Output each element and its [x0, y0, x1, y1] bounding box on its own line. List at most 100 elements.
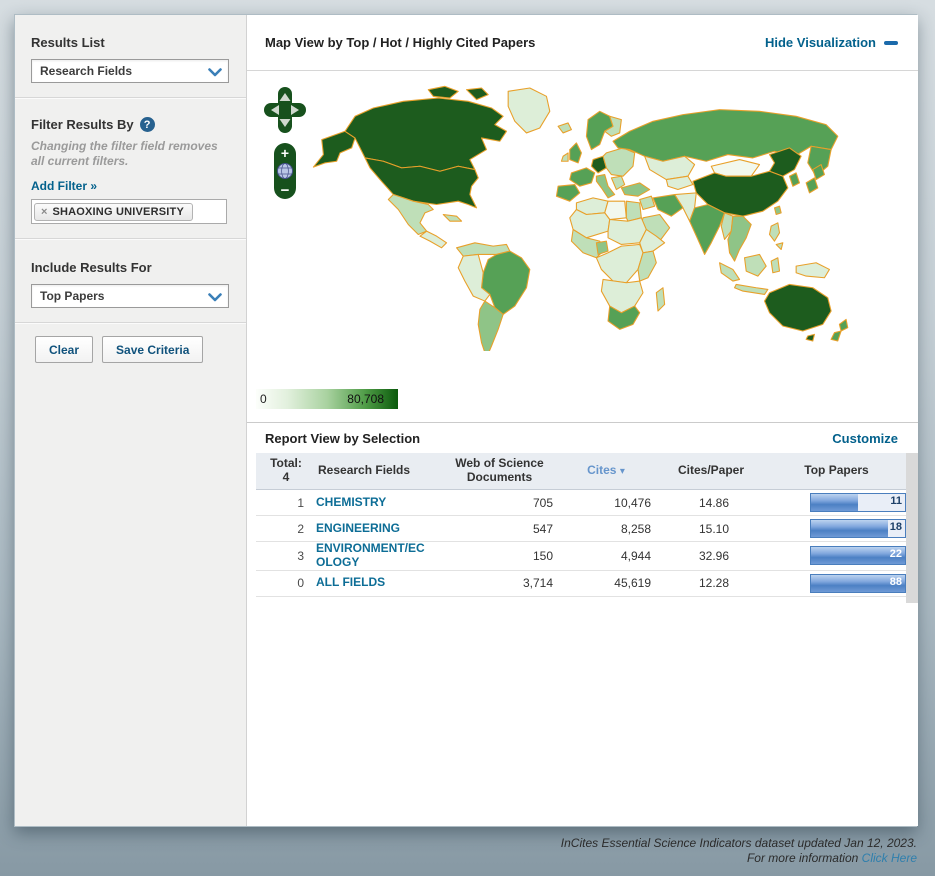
region-iberia[interactable]: [555, 183, 581, 202]
col-wos-documents[interactable]: Web of Science Documents: [442, 453, 557, 489]
chevron-down-icon: [208, 68, 222, 77]
region-central-america[interactable]: [419, 230, 448, 249]
country-philippines[interactable]: [775, 242, 784, 251]
hide-visualization-link[interactable]: Hide Visualization: [765, 35, 898, 50]
cites-per-paper-cell: 14.86: [698, 495, 729, 510]
country-india[interactable]: [689, 203, 726, 255]
zoom-out-button: −: [281, 182, 290, 199]
table-scrollbar-track[interactable]: [906, 453, 918, 603]
footer: InCites Essential Science Indicators dat…: [561, 836, 917, 867]
table-row: 3 ENVIRONMENT/ECOLOGY 150 4,944 32.96 22: [256, 541, 906, 571]
pan-control[interactable]: [264, 87, 306, 133]
map-region: + − 0 80,708: [247, 71, 918, 422]
click-here-link[interactable]: Click Here: [862, 851, 917, 865]
include-results-section: Include Results For Top Papers: [15, 240, 246, 322]
island-borneo[interactable]: [743, 253, 767, 277]
sort-desc-icon: ▾: [619, 466, 625, 478]
col-total: Total: 4: [270, 456, 302, 484]
save-criteria-button[interactable]: Save Criteria: [102, 336, 204, 363]
results-list-dropdown[interactable]: Research Fields: [31, 59, 229, 83]
country-taiwan[interactable]: [773, 205, 782, 216]
minus-icon: [884, 40, 898, 45]
help-icon[interactable]: ?: [139, 117, 155, 132]
country-greenland[interactable]: [507, 87, 551, 134]
filter-note: Changing the filter field removes all cu…: [31, 139, 218, 168]
include-results-dropdown[interactable]: Top Papers: [31, 284, 229, 308]
cites-per-paper-cell: 15.10: [698, 521, 729, 536]
table-row: 1 CHEMISTRY 705 10,476 14.86 11: [256, 490, 906, 516]
footer-dataset-note: InCites Essential Science Indicators dat…: [560, 836, 917, 850]
world-choropleth-map[interactable]: [251, 83, 901, 351]
country-alaska[interactable]: [312, 130, 356, 168]
country-ireland[interactable]: [560, 152, 569, 162]
top-papers-bar: 11: [810, 493, 906, 512]
report-table-body: 1 CHEMISTRY 705 10,476 14.86 11 2 ENGINEERING 54…: [256, 490, 906, 597]
arctic-island[interactable]: [466, 87, 489, 101]
top-papers-cell: 88: [767, 573, 906, 593]
filter-title: Filter Results By: [31, 117, 134, 132]
map-legend: 0 80,708: [256, 389, 398, 409]
country-russia[interactable]: [612, 109, 839, 162]
zoom-control[interactable]: + −: [274, 143, 296, 199]
island-new-guinea[interactable]: [795, 262, 830, 279]
col-cites-sorted[interactable]: Cites ▾: [557, 460, 655, 482]
island-sulawesi[interactable]: [770, 257, 781, 274]
clear-button[interactable]: Clear: [35, 336, 94, 363]
top-papers-value: 11: [890, 495, 902, 507]
chevron-down-icon: [208, 293, 222, 302]
cites-cell: 8,258: [620, 521, 651, 536]
sidebar: Results List Research Fields Filter Resu…: [15, 15, 247, 826]
remove-filter-icon[interactable]: ×: [41, 206, 47, 218]
documents-cell: 150: [532, 548, 553, 563]
island-java[interactable]: [734, 283, 769, 295]
documents-cell: 705: [532, 495, 553, 510]
include-results-label: Include Results For: [31, 260, 152, 275]
country-south-korea[interactable]: [788, 172, 801, 187]
research-field-link[interactable]: ENGINEERING: [316, 521, 442, 536]
region-eastern-europe[interactable]: [602, 147, 636, 177]
country-philippines[interactable]: [768, 222, 781, 242]
country-france[interactable]: [569, 167, 596, 187]
research-field-link[interactable]: ENVIRONMENT/ECOLOGY: [316, 541, 442, 570]
rank-cell: 3: [297, 548, 304, 563]
island-sumatra[interactable]: [719, 262, 741, 282]
documents-cell: 547: [532, 521, 553, 536]
table-row: 0 ALL FIELDS 3,714 45,619 12.28 88: [256, 571, 906, 597]
country-new-zealand[interactable]: [830, 330, 842, 342]
map-controls: + −: [263, 85, 307, 268]
report-table: Total: 4 Research Fields Web of Science …: [256, 453, 918, 603]
country-uk[interactable]: [569, 142, 582, 164]
country-japan[interactable]: [805, 177, 819, 194]
country-madagascar[interactable]: [655, 287, 666, 312]
table-header-row: Total: 4 Research Fields Web of Science …: [256, 453, 906, 490]
country-nigeria[interactable]: [595, 240, 609, 255]
country-turkey[interactable]: [620, 182, 651, 197]
cites-cell: 4,944: [620, 548, 651, 563]
top-papers-value: 18: [889, 521, 902, 533]
region-southern-africa[interactable]: [600, 278, 644, 314]
filter-chip-label: SHAOXING UNIVERSITY: [52, 206, 184, 218]
country-cuba[interactable]: [442, 213, 463, 222]
results-list-section: Results List Research Fields: [15, 15, 246, 97]
col-top-papers[interactable]: Top Papers: [767, 460, 906, 482]
report-header: Report View by Selection Customize: [247, 422, 918, 453]
globe-icon: [277, 163, 293, 179]
zoom-in-button: +: [281, 145, 289, 161]
island-tasmania[interactable]: [805, 333, 815, 342]
region-levant-iraq[interactable]: [639, 195, 656, 211]
country-iceland[interactable]: [557, 122, 572, 134]
cites-per-paper-cell: 32.96: [698, 548, 729, 563]
country-australia[interactable]: [763, 283, 832, 332]
research-field-link[interactable]: ALL FIELDS: [316, 575, 442, 590]
top-papers-value: 88: [889, 575, 902, 588]
research-field-link[interactable]: CHEMISTRY: [316, 495, 442, 510]
filter-chip[interactable]: × SHAOXING UNIVERSITY: [34, 203, 193, 221]
col-cites-per-paper[interactable]: Cites/Paper: [655, 460, 767, 482]
add-filter-link[interactable]: Add Filter »: [31, 179, 97, 193]
customize-link[interactable]: Customize: [832, 431, 898, 446]
legend-min: 0: [260, 392, 267, 406]
col-research-fields[interactable]: Research Fields: [316, 460, 442, 482]
report-title: Report View by Selection: [265, 430, 421, 446]
country-new-zealand[interactable]: [838, 318, 849, 332]
arctic-island[interactable]: [427, 85, 459, 99]
